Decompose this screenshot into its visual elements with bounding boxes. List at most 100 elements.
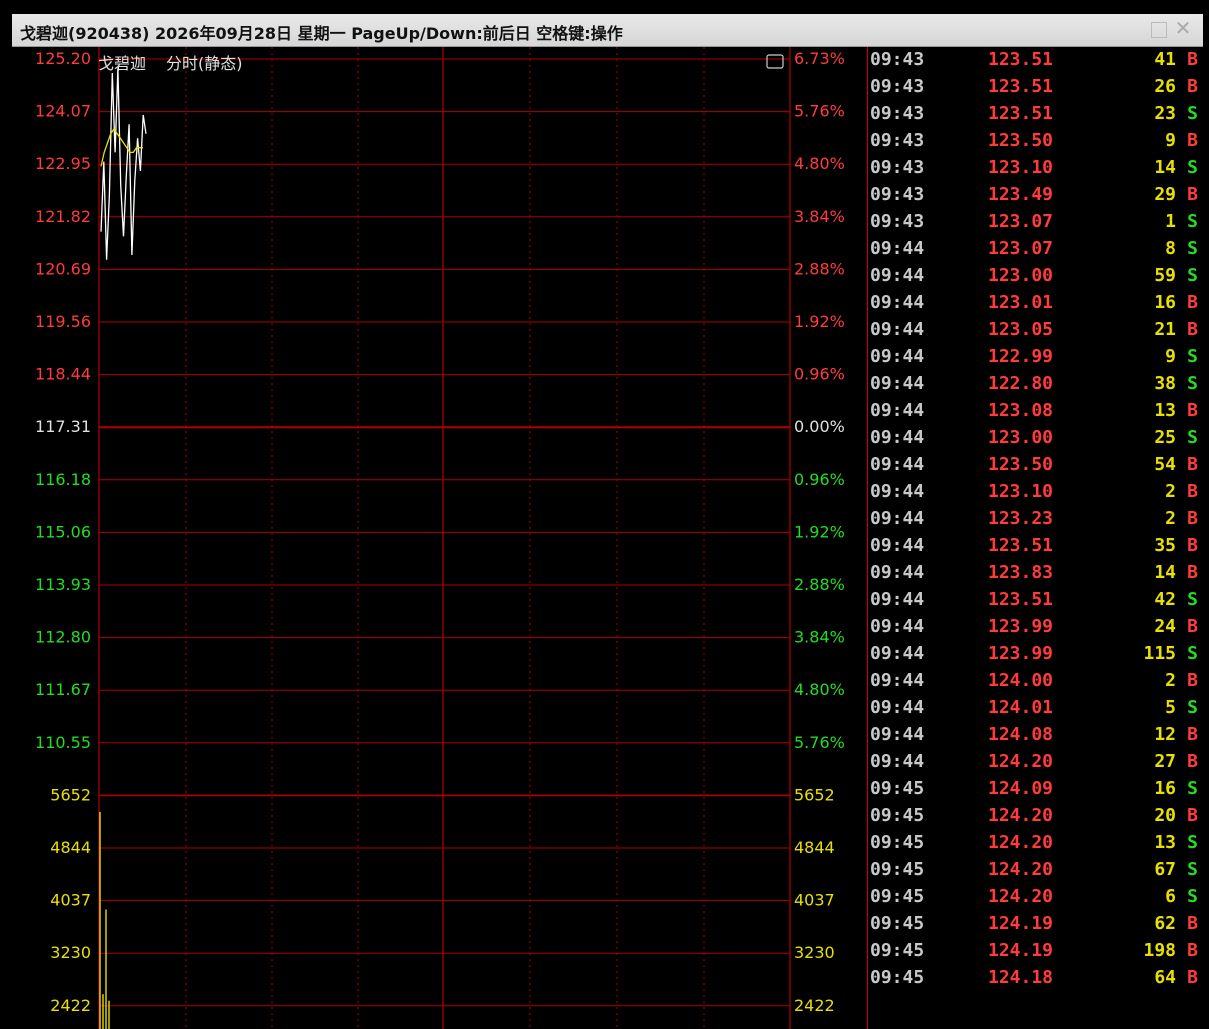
tick-price: 123.49 [988,184,1054,205]
tick-price: 123.08 [988,400,1054,421]
tick-side: B [1187,508,1198,529]
pct-axis-label: 4.80% [794,154,845,173]
tick-time: 09:43 [870,184,925,205]
tick-time: 09:43 [870,130,925,151]
tick-price: 124.18 [988,967,1054,988]
tick-volume: 12 [1154,724,1176,745]
pct-axis-label: 5.76% [794,733,845,752]
tick-volume: 13 [1154,400,1176,421]
intraday-chart[interactable]: 125.20 6.73% 124.07 5.76% 122.95 4.80% 121.82 3… [12,47,867,1029]
tick-row: 09:44 123.51 35 B [868,533,1204,560]
tick-volume: 26 [1154,76,1176,97]
tick-price: 124.09 [988,778,1054,799]
tick-time: 09:45 [870,859,925,880]
tick-volume: 64 [1154,967,1176,988]
tick-side: S [1187,859,1198,880]
tick-time: 09:43 [870,103,925,124]
tick-row: 09:44 123.50 54 B [868,452,1204,479]
tick-volume: 59 [1154,265,1176,286]
tick-side: S [1187,211,1198,232]
price-axis-label: 116.18 [35,470,91,489]
tick-volume: 2 [1165,508,1176,529]
tick-volume: 16 [1154,292,1176,313]
tick-volume: 8 [1165,238,1176,259]
tick-row: 09:45 124.09 16 S [868,776,1204,803]
tick-volume: 27 [1154,751,1176,772]
volume-axis-label: 4844 [794,838,835,857]
title-bar[interactable]: 戈碧迦(920438) 2026年09月28日 星期一 PageUp/Down:… [12,14,1203,47]
tick-volume: 41 [1154,49,1176,70]
tick-price: 124.08 [988,724,1054,745]
tick-row: 09:43 123.51 26 B [868,74,1204,101]
tick-row: 09:44 123.83 14 B [868,560,1204,587]
pct-axis-label: 2.88% [794,575,845,594]
tick-volume: 14 [1154,562,1176,583]
tick-row: 09:44 123.05 21 B [868,317,1204,344]
tick-time: 09:43 [870,211,925,232]
tick-row: 09:43 123.50 9 B [868,128,1204,155]
tick-list[interactable]: 09:43 123.51 41 B 09:43 123.51 26 B 09:43 123.51 2… [867,47,1204,1029]
tick-volume: 42 [1154,589,1176,610]
window-title: 戈碧迦(920438) 2026年09月28日 星期一 PageUp/Down:… [20,24,623,43]
price-axis-label: 125.20 [35,49,91,68]
tick-price: 123.50 [988,454,1054,475]
maximize-icon[interactable] [1151,22,1167,38]
close-icon[interactable]: ✕ [1173,18,1193,38]
tick-time: 09:43 [870,76,925,97]
price-axis-label: 113.93 [35,575,91,594]
tick-time: 09:44 [870,481,925,502]
price-axis-label: 111.67 [35,680,91,699]
tick-volume: 115 [1143,643,1176,664]
volume-axis-label: 3230 [794,943,835,962]
tick-time: 09:44 [870,292,925,313]
price-axis-label: 117.31 [35,417,91,436]
tick-row: 09:44 123.99 115 S [868,641,1204,668]
volume-axis-label: 4844 [50,838,91,857]
tick-price: 123.01 [988,292,1054,313]
tick-price: 123.51 [988,535,1054,556]
tick-row: 09:45 124.20 6 S [868,884,1204,911]
tick-side: S [1187,238,1198,259]
tick-volume: 16 [1154,778,1176,799]
tick-side: S [1187,778,1198,799]
tick-row: 09:44 122.80 38 S [868,371,1204,398]
tick-time: 09:44 [870,373,925,394]
tick-side: B [1187,670,1198,691]
tick-volume: 6 [1165,886,1176,907]
pct-axis-label: 6.73% [794,49,845,68]
tick-time: 09:44 [870,670,925,691]
tick-row: 09:43 123.49 29 B [868,182,1204,209]
tick-side: S [1187,832,1198,853]
tick-price: 123.07 [988,211,1054,232]
tick-time: 09:44 [870,265,925,286]
tick-time: 09:44 [870,589,925,610]
tick-price: 123.10 [988,157,1054,178]
tick-volume: 38 [1154,373,1176,394]
tick-time: 09:44 [870,508,925,529]
tick-side: B [1187,562,1198,583]
tick-row: 09:45 124.19 198 B [868,938,1204,965]
tick-volume: 1 [1165,211,1176,232]
tick-price: 123.83 [988,562,1054,583]
tick-price: 123.51 [988,76,1054,97]
tick-price: 124.20 [988,859,1054,880]
tick-volume: 62 [1154,913,1176,934]
tick-time: 09:45 [870,832,925,853]
tick-side: B [1187,454,1198,475]
tick-price: 124.19 [988,940,1054,961]
pct-axis-label: 2.88% [794,259,845,278]
tick-side: S [1187,697,1198,718]
tick-side: S [1187,157,1198,178]
tick-price: 124.20 [988,886,1054,907]
tick-row: 09:43 123.07 1 S [868,209,1204,236]
volume-axis-label: 5652 [794,785,835,804]
volume-axis-label: 5652 [50,785,91,804]
pct-axis-label: 5.76% [794,102,845,121]
tick-price: 124.01 [988,697,1054,718]
tick-volume: 9 [1165,130,1176,151]
tick-side: B [1187,535,1198,556]
price-axis-label: 118.44 [35,365,91,384]
volume-axis-label: 2422 [50,996,91,1015]
tick-side: B [1187,76,1198,97]
tick-row: 09:44 123.51 42 S [868,587,1204,614]
